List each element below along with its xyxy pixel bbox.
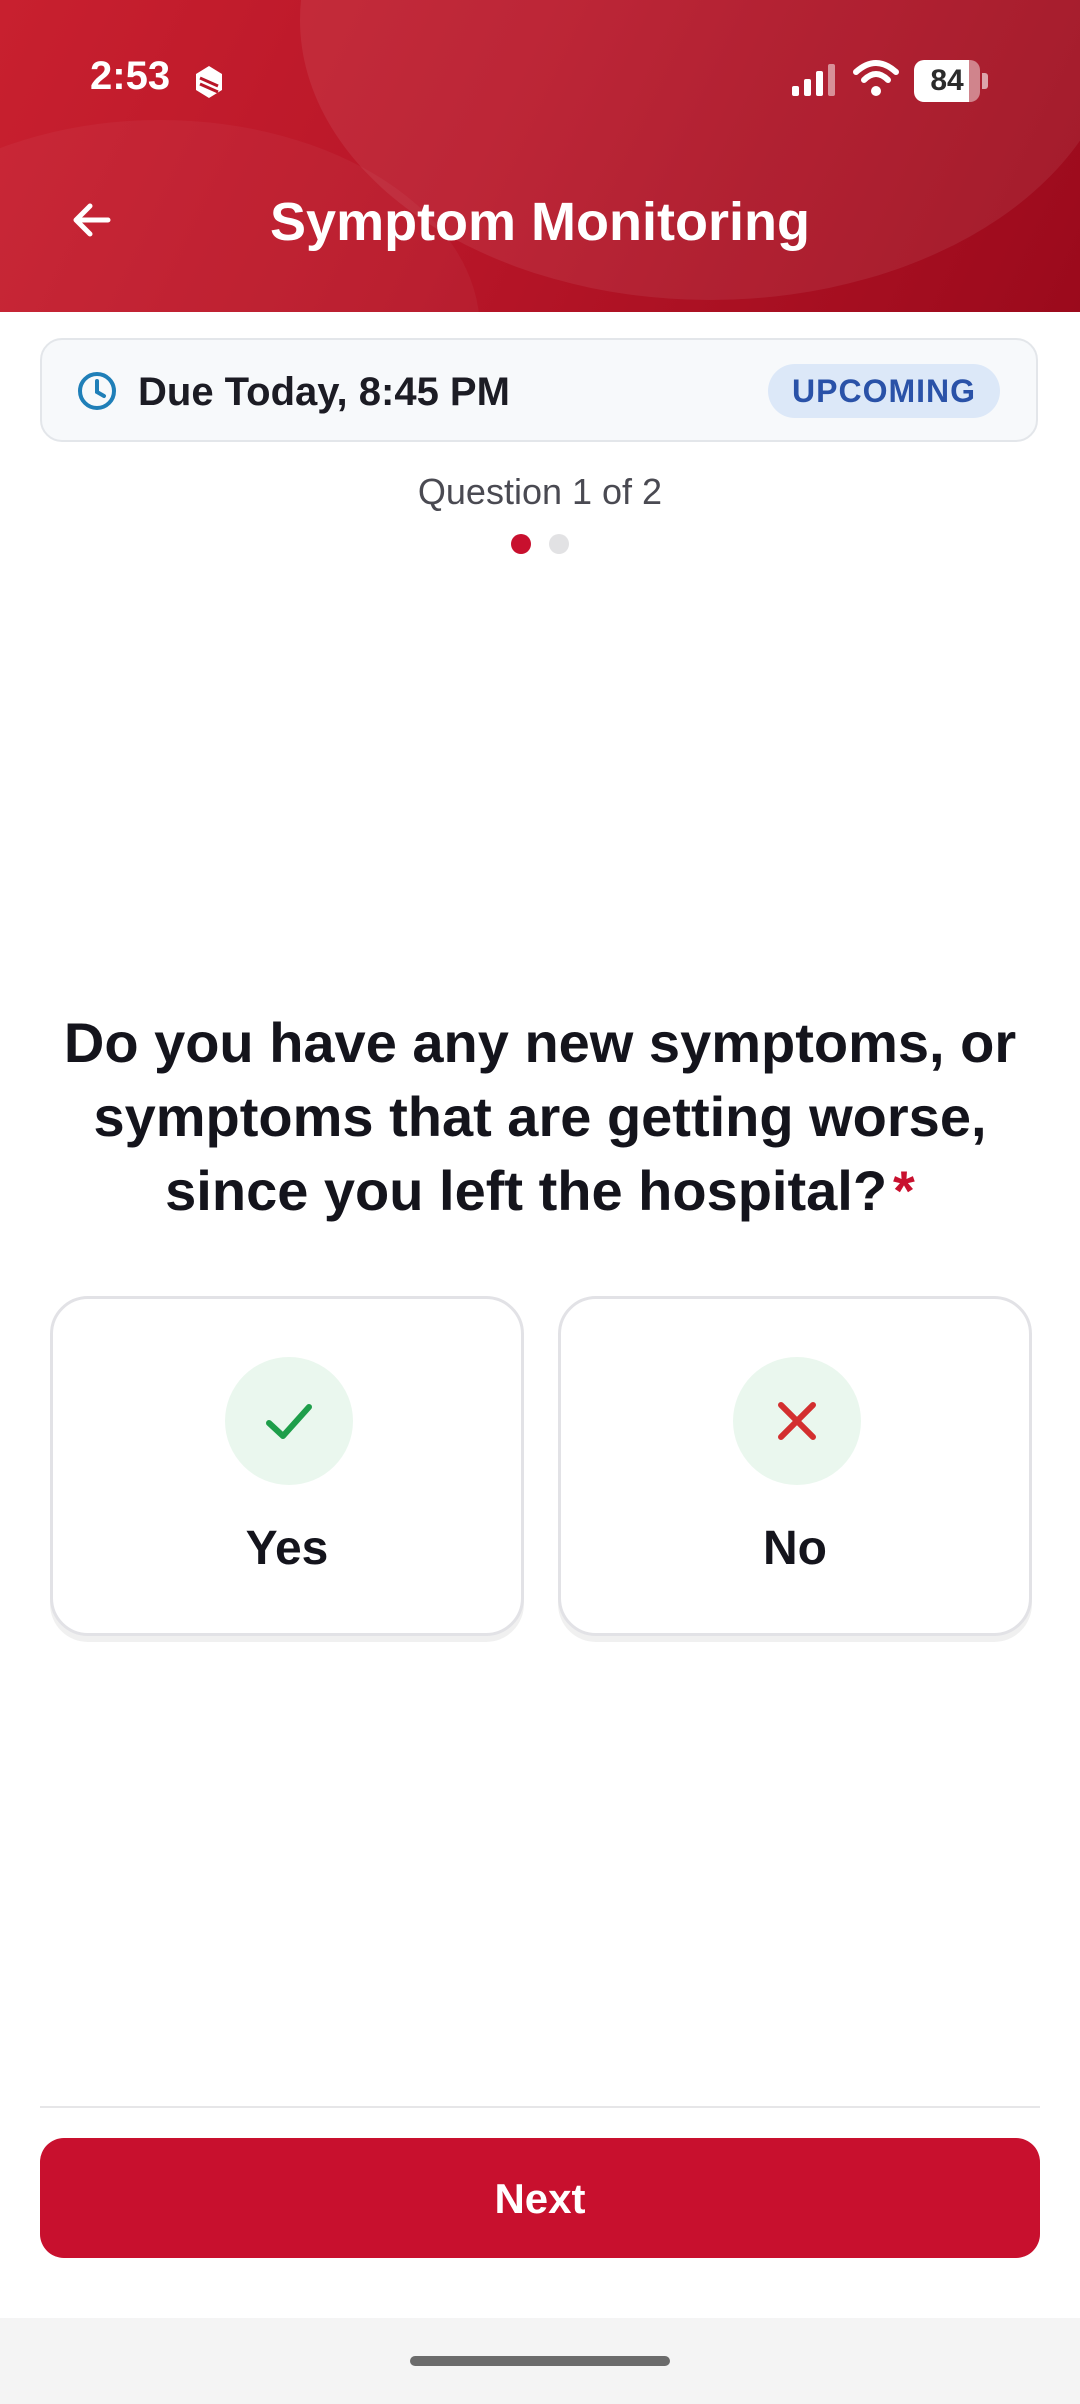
option-icon-circle bbox=[225, 1357, 353, 1485]
battery-percent: 84 bbox=[930, 64, 964, 97]
due-date-text: Due Today, 8:45 PM bbox=[138, 370, 510, 414]
option-yes-label: Yes bbox=[245, 1522, 329, 1575]
option-yes-button[interactable]: Yes bbox=[50, 1296, 524, 1636]
option-no-button[interactable]: No bbox=[558, 1296, 1032, 1636]
progress-dot-2 bbox=[549, 534, 569, 554]
footer-divider bbox=[40, 2106, 1040, 2108]
progress-dots bbox=[0, 534, 1080, 554]
home-indicator[interactable] bbox=[410, 2356, 670, 2366]
question-body: Do you have any new symptoms, or symptom… bbox=[63, 1011, 1017, 1222]
due-card: Due Today, 8:45 PM UPCOMING bbox=[40, 338, 1038, 442]
question-text: Do you have any new symptoms, or symptom… bbox=[40, 1006, 1040, 1228]
x-icon bbox=[778, 1402, 816, 1440]
option-no-label: No bbox=[763, 1522, 827, 1575]
app-header: 2:53 84 Symptom Monitoring bbox=[0, 0, 1080, 312]
cell-signal-icon bbox=[790, 62, 838, 98]
check-icon bbox=[266, 1404, 312, 1439]
next-button[interactable]: Next bbox=[40, 2138, 1040, 2258]
required-marker: * bbox=[893, 1159, 915, 1222]
page-title: Symptom Monitoring bbox=[270, 192, 810, 252]
notification-app-icon bbox=[188, 60, 230, 102]
status-badge: UPCOMING bbox=[768, 364, 1000, 418]
battery-indicator: 84 bbox=[914, 60, 988, 102]
status-bar: 2:53 84 bbox=[0, 0, 1080, 160]
wifi-icon bbox=[852, 58, 900, 100]
clock-icon bbox=[76, 370, 118, 412]
progress-dot-1 bbox=[511, 534, 531, 554]
question-progress-label: Question 1 of 2 bbox=[417, 471, 663, 512]
option-icon-circle bbox=[733, 1357, 861, 1485]
status-time: 2:53 bbox=[90, 54, 171, 98]
